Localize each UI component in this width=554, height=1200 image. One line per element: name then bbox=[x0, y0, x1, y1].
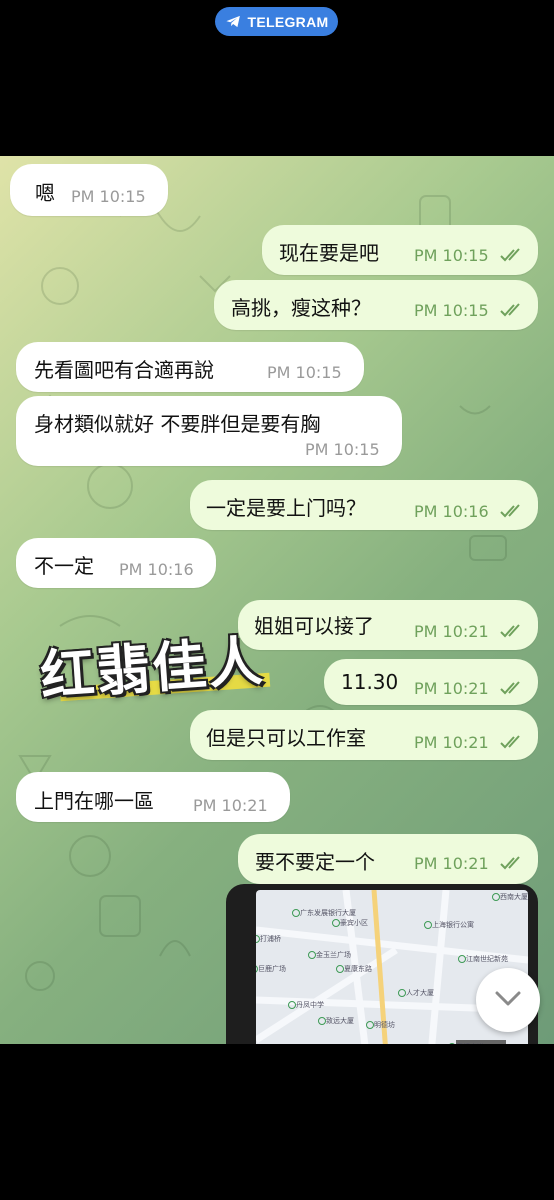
watermark-text: 红翡佳人 bbox=[38, 629, 267, 708]
map-label: 上海银行公寓 bbox=[432, 921, 474, 929]
map-label: 丹凤中学 bbox=[296, 1001, 324, 1009]
scroll-to-bottom-button[interactable] bbox=[476, 968, 540, 1032]
map-pin-icon bbox=[458, 955, 466, 963]
message-time: PM 10:15 bbox=[305, 440, 380, 459]
message-time: PM 10:21 bbox=[193, 796, 268, 815]
map-pin-icon bbox=[366, 1021, 374, 1029]
message-text: 但是只可以工作室 bbox=[206, 726, 366, 750]
message-text: 现在要是吧 bbox=[279, 241, 379, 265]
map-pin-icon bbox=[424, 921, 432, 929]
double-check-icon bbox=[500, 735, 520, 749]
message-bubble-outgoing[interactable]: 11.30 PM 10:21 bbox=[324, 659, 538, 705]
message-bubble-outgoing[interactable]: 要不要定一个 PM 10:21 bbox=[238, 834, 538, 884]
message-bubble-outgoing[interactable]: 姐姐可以接了 PM 10:21 bbox=[238, 600, 538, 650]
telegram-plane-icon bbox=[225, 15, 240, 28]
double-check-icon bbox=[500, 248, 520, 262]
message-bubble-incoming[interactable]: 不一定 PM 10:16 bbox=[16, 538, 216, 588]
message-bubble-incoming[interactable]: 嗯 PM 10:15 bbox=[10, 164, 168, 216]
message-bubble-incoming[interactable]: 先看圖吧有合適再說 PM 10:15 bbox=[16, 342, 364, 392]
map-pin-icon bbox=[292, 909, 300, 917]
map-pin-icon bbox=[448, 1043, 456, 1044]
map-label: 豪宾小区 bbox=[340, 919, 368, 927]
message-text: 高挑，瘦这种？ bbox=[231, 296, 371, 320]
message-bubble-incoming[interactable]: 身材類似就好 不要胖但是要有胸 PM 10:15 bbox=[16, 396, 402, 466]
map-label: 明德坊 bbox=[374, 1021, 395, 1029]
message-text: 姐姐可以接了 bbox=[254, 614, 374, 638]
message-bubble-outgoing[interactable]: 一定是要上门吗？ PM 10:16 bbox=[190, 480, 538, 530]
map-label: 广东发展银行大厦 bbox=[300, 909, 356, 917]
map-pin-icon bbox=[492, 893, 500, 901]
map-pin-icon bbox=[332, 919, 340, 927]
message-text: 一定是要上门吗？ bbox=[206, 496, 366, 520]
message-time: PM 10:21 bbox=[414, 733, 489, 752]
double-check-icon bbox=[500, 303, 520, 317]
message-bubble-outgoing[interactable]: 高挑，瘦这种？ PM 10:15 bbox=[214, 280, 538, 330]
message-time: PM 10:21 bbox=[414, 679, 489, 698]
message-text: 先看圖吧有合適再說 bbox=[34, 358, 214, 382]
message-text: 不一定 bbox=[34, 554, 94, 578]
map-pin-icon bbox=[288, 1001, 296, 1009]
message-bubble-outgoing[interactable]: 现在要是吧 PM 10:15 bbox=[262, 225, 538, 275]
map-pin-icon bbox=[398, 989, 406, 997]
telegram-label-pill: TELEGRAM bbox=[215, 7, 338, 36]
message-time: PM 10:21 bbox=[414, 622, 489, 641]
map-label: 夏康东路 bbox=[344, 965, 372, 973]
chevron-down-icon bbox=[495, 991, 521, 1006]
message-time: PM 10:16 bbox=[414, 502, 489, 521]
message-text: 上門在哪一區 bbox=[34, 789, 154, 813]
map-label: 致远大厦 bbox=[326, 1017, 354, 1025]
map-label: 金玉兰广场 bbox=[316, 951, 351, 959]
map-pin-icon bbox=[336, 965, 344, 973]
message-time: PM 10:15 bbox=[267, 363, 342, 382]
double-check-icon bbox=[500, 504, 520, 518]
message-time: PM 10:15 bbox=[414, 301, 489, 320]
message-time: PM 10:16 bbox=[119, 560, 194, 579]
app-label: TELEGRAM bbox=[247, 13, 329, 30]
message-time: PM 10:15 bbox=[414, 246, 489, 265]
map-label: 打浦桥 bbox=[260, 935, 281, 943]
map-label: 人才大厦 bbox=[406, 989, 434, 997]
message-text: 嗯 bbox=[35, 181, 55, 205]
double-check-icon bbox=[500, 856, 520, 870]
map-label: 西南大厦 bbox=[500, 893, 528, 901]
double-check-icon bbox=[500, 681, 520, 695]
message-time: PM 10:21 bbox=[414, 854, 489, 873]
message-text: 身材類似就好 不要胖但是要有胸 bbox=[34, 412, 321, 436]
double-check-icon bbox=[500, 624, 520, 638]
map-pin-icon bbox=[308, 951, 316, 959]
map-label: 江南世纪新苑 bbox=[466, 955, 508, 963]
message-text: 要不要定一个 bbox=[255, 850, 375, 874]
map-label: 四轉大道 bbox=[456, 1042, 484, 1044]
message-bubble-outgoing[interactable]: 但是只可以工作室 PM 10:21 bbox=[190, 710, 538, 760]
map-pin-icon bbox=[318, 1017, 326, 1025]
message-text: 11.30 bbox=[341, 670, 399, 694]
message-time: PM 10:15 bbox=[71, 187, 146, 206]
map-label: 巨鹿广场 bbox=[258, 965, 286, 973]
message-bubble-incoming[interactable]: 上門在哪一區 PM 10:21 bbox=[16, 772, 290, 822]
